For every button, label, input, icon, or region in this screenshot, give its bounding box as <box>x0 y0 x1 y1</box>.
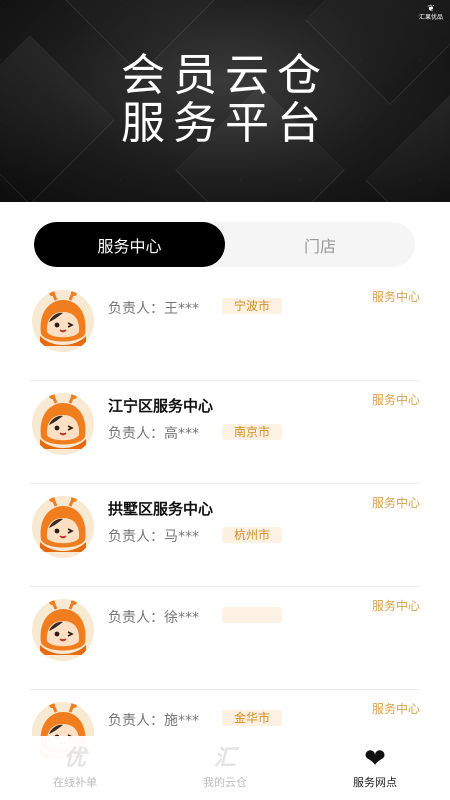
avatar <box>32 599 94 661</box>
brand-logo-text: 汇果优品 <box>418 13 443 21</box>
tab-stores[interactable]: 门店 <box>225 222 415 267</box>
leaf-icon: ❦ <box>427 3 435 14</box>
list-item[interactable]: 负责人：王*** 宁波市 服务中心 <box>0 278 450 381</box>
owner-info: 负责人：徐*** <box>108 607 199 627</box>
youxuan-icon: 优 <box>63 746 86 771</box>
owner-label: 负责人： <box>108 426 164 442</box>
center-name: 江宁区服务中心 <box>108 397 214 415</box>
avatar <box>32 393 94 455</box>
nav-item-service-points[interactable]: ❤ 服务网点 <box>300 736 450 800</box>
owner-label: 负责人： <box>108 529 164 545</box>
owner-name: 马*** <box>164 529 199 545</box>
avatar <box>32 496 94 558</box>
tab-service-center[interactable]: 服务中心 <box>34 222 225 267</box>
city-badge: 宁波市 <box>222 298 282 314</box>
owner-label: 负责人： <box>108 610 164 626</box>
list-item[interactable]: 江宁区服务中心 负责人：高*** 南京市 服务中心 <box>0 381 450 484</box>
owner-info: 负责人：王*** <box>108 298 199 318</box>
owner-name: 高*** <box>164 426 199 442</box>
owner-label: 负责人： <box>108 713 164 729</box>
list-item[interactable]: 拱墅区服务中心 负责人：马*** 杭州市 服务中心 <box>0 484 450 587</box>
service-center-list: 负责人：王*** 宁波市 服务中心 江宁区服务中心 负责人：高*** 南京市 服… <box>0 278 450 793</box>
type-label: 服务中心 <box>371 496 420 510</box>
list-item[interactable]: 负责人：徐*** 服务中心 <box>0 587 450 690</box>
tab-bar: 服务中心 门店 <box>34 222 415 267</box>
city-badge: 金华市 <box>222 710 282 726</box>
nav-label: 服务网点 <box>353 776 397 789</box>
center-name: 拱墅区服务中心 <box>108 500 214 518</box>
type-label: 服务中心 <box>371 290 420 304</box>
nav-item-my-warehouse[interactable]: 汇 我的云仓 <box>150 736 300 800</box>
header-banner: 会员云仓 服务平台 ❦ 汇果优品 <box>0 0 450 202</box>
owner-label: 负责人： <box>108 301 164 317</box>
heart-icon: ❤ <box>364 744 386 774</box>
owner-name: 施*** <box>164 713 199 729</box>
owner-name: 王*** <box>164 301 199 317</box>
type-label: 服务中心 <box>371 702 420 716</box>
nav-item-online-order[interactable]: 优 在线补单 <box>0 736 150 800</box>
title-line-2: 服务平台 <box>121 98 329 149</box>
city-badge: 南京市 <box>222 424 282 440</box>
owner-name: 徐*** <box>164 610 199 626</box>
type-label: 服务中心 <box>371 393 420 407</box>
huiyun-icon: 汇 <box>213 746 236 771</box>
page-title: 会员云仓 服务平台 <box>0 52 450 148</box>
bottom-nav: 优 在线补单 汇 我的云仓 ❤ 服务网点 <box>0 736 450 800</box>
type-label: 服务中心 <box>371 599 420 613</box>
owner-info: 负责人：马*** <box>108 526 199 546</box>
nav-label: 在线补单 <box>53 776 97 789</box>
owner-info: 负责人：高*** <box>108 423 199 443</box>
nav-label: 我的云仓 <box>203 776 247 789</box>
avatar <box>32 290 94 352</box>
brand-logo: ❦ 汇果优品 <box>416 2 446 22</box>
owner-info: 负责人：施*** <box>108 710 199 730</box>
city-badge: 杭州市 <box>222 527 282 543</box>
city-badge <box>222 607 282 623</box>
title-line-1: 会员云仓 <box>121 50 329 101</box>
